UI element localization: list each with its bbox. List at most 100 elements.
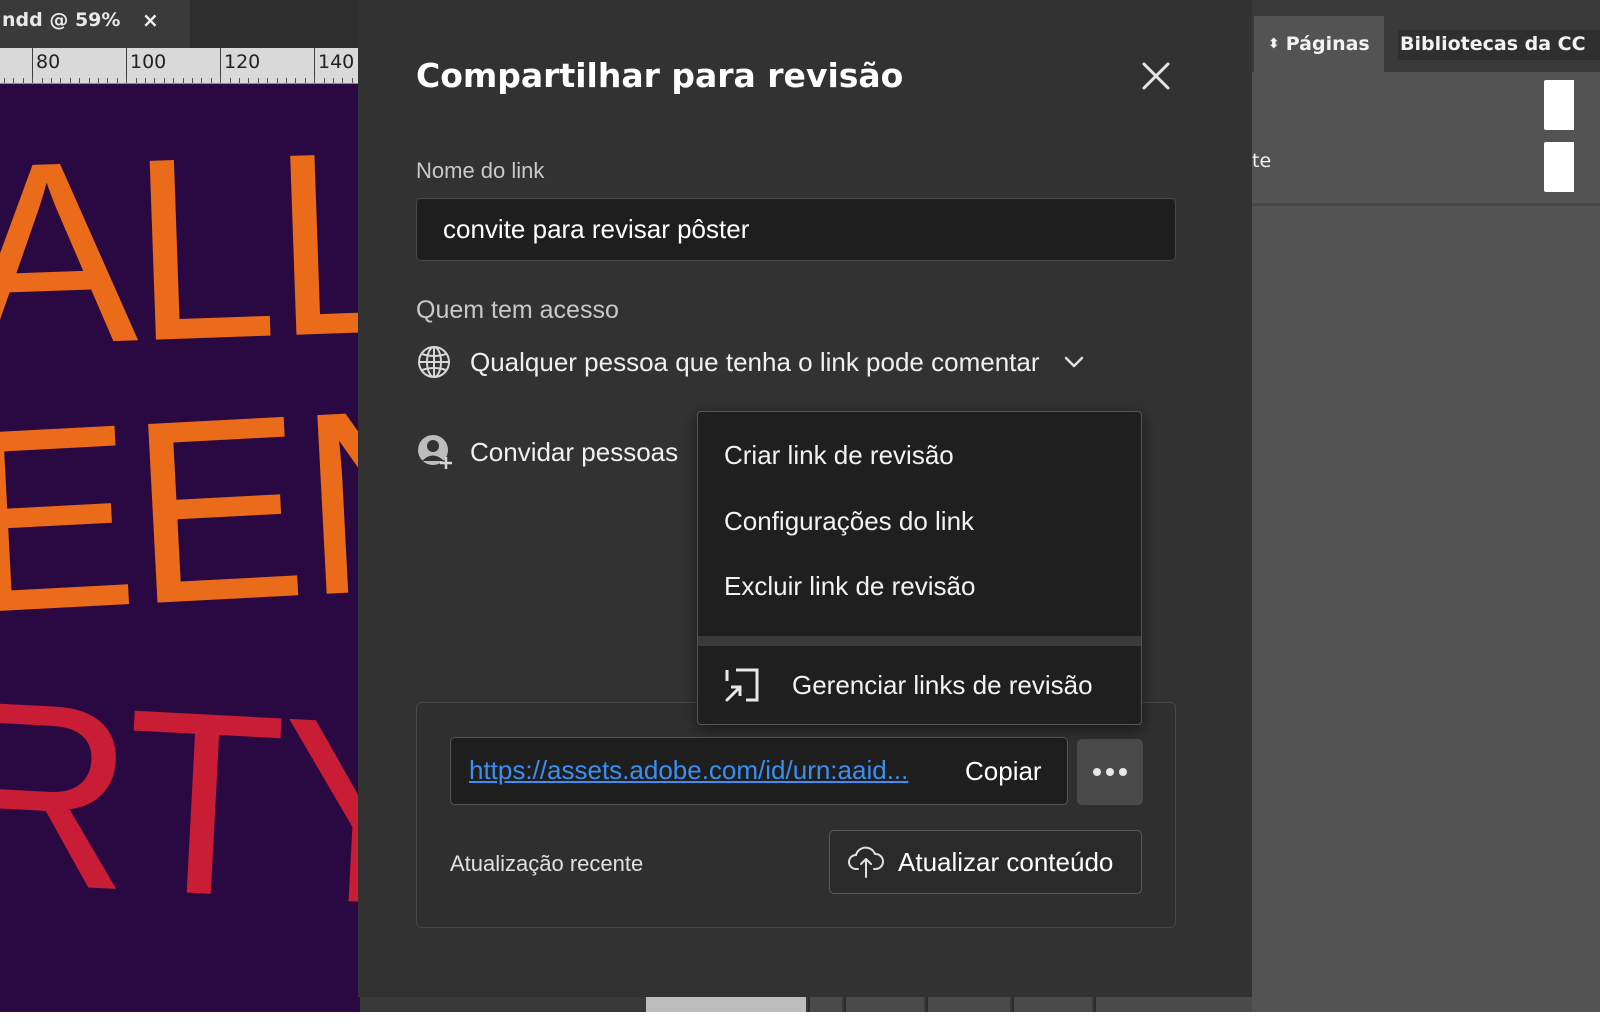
tab-strip bbox=[190, 0, 360, 48]
more-options-icon bbox=[1093, 768, 1127, 776]
ruler-minor-tick bbox=[352, 78, 353, 83]
copy-button[interactable]: Copiar bbox=[965, 754, 1042, 788]
scrollbar-segment bbox=[926, 996, 1010, 1012]
tab-cc-libraries-label: Bibliotecas da CC bbox=[1400, 33, 1586, 55]
ruler-minor-tick bbox=[42, 78, 43, 83]
menu-item-manage-review-links[interactable]: Gerenciar links de revisão bbox=[698, 646, 1141, 724]
ruler-minor-tick bbox=[107, 78, 108, 83]
close-button[interactable] bbox=[1138, 58, 1174, 94]
panel-content: te bbox=[1252, 72, 1600, 206]
ruler-minor-tick bbox=[183, 78, 184, 83]
review-link-url[interactable]: https://assets.adobe.com/id/urn:aaid... bbox=[469, 755, 908, 786]
invite-people-button[interactable]: Convidar pessoas bbox=[416, 430, 678, 474]
panel-tab-bar: ⬍ Páginas Bibliotecas da CC bbox=[1252, 0, 1600, 72]
poster-text-line: RTY bbox=[0, 646, 360, 962]
invite-people-label: Convidar pessoas bbox=[470, 436, 679, 467]
ruler-minor-tick bbox=[192, 78, 193, 83]
tab-pages-label: Páginas bbox=[1285, 33, 1370, 55]
manage-review-links-label: Gerenciar links de revisão bbox=[792, 669, 1093, 700]
ruler-minor-tick bbox=[201, 78, 202, 83]
ruler-minor-tick bbox=[173, 78, 174, 83]
horizontal-ruler: 80 100 120 140 bbox=[0, 48, 360, 84]
ruler-label: 120 bbox=[224, 51, 261, 73]
menu-item-delete-review-link[interactable]: Excluir link de revisão bbox=[724, 571, 975, 602]
scrollbar-segment bbox=[1094, 996, 1252, 1012]
ruler-minor-tick bbox=[136, 78, 137, 83]
ruler-minor-tick bbox=[211, 78, 212, 83]
link-name-input[interactable] bbox=[416, 198, 1176, 261]
ruler-minor-tick bbox=[258, 78, 259, 83]
access-value: Qualquer pessoa que tenha o link pode co… bbox=[470, 346, 1040, 377]
poster-text-line: ALLO bbox=[0, 89, 360, 403]
ruler-minor-tick bbox=[305, 78, 306, 83]
ruler-minor-tick bbox=[51, 78, 52, 83]
menu-item-link-settings[interactable]: Configurações do link bbox=[724, 506, 974, 537]
document-tab-label: ndd @ 59% bbox=[2, 9, 121, 31]
ruler-minor-tick bbox=[164, 78, 165, 83]
ruler-minor-tick bbox=[60, 78, 61, 83]
ruler-minor-tick bbox=[295, 78, 296, 83]
ruler-minor-tick bbox=[239, 78, 240, 83]
ruler-minor-tick bbox=[220, 78, 221, 83]
cloud-upload-icon bbox=[848, 846, 884, 878]
ruler-minor-tick bbox=[79, 78, 80, 83]
scrollbar-segment bbox=[844, 996, 924, 1012]
ruler-label: 80 bbox=[36, 51, 61, 73]
recent-update-label: Atualização recente bbox=[450, 851, 644, 876]
bottom-scrollbar bbox=[360, 996, 1252, 1012]
document-canvas[interactable]: ALLO EEN RTY bbox=[0, 84, 360, 1012]
review-link-panel: https://assets.adobe.com/id/urn:aaid... … bbox=[416, 702, 1176, 928]
globe-icon bbox=[418, 346, 450, 378]
page-thumbnail[interactable] bbox=[1544, 80, 1574, 130]
ruler-minor-tick bbox=[89, 78, 90, 83]
ruler-minor-tick bbox=[286, 78, 287, 83]
review-link-field: https://assets.adobe.com/id/urn:aaid... … bbox=[450, 737, 1068, 805]
tab-pages[interactable]: ⬍ Páginas bbox=[1254, 16, 1384, 72]
scrollbar-thumb[interactable] bbox=[646, 996, 806, 1012]
manage-links-icon bbox=[725, 668, 759, 702]
ruler-minor-tick bbox=[314, 78, 315, 83]
document-tab[interactable]: ndd @ 59% × bbox=[0, 0, 190, 48]
ruler-minor-tick bbox=[117, 78, 118, 83]
close-icon bbox=[1142, 62, 1170, 90]
up-down-arrows-icon: ⬍ bbox=[1268, 36, 1280, 52]
tab-cc-libraries[interactable]: Bibliotecas da CC bbox=[1398, 30, 1600, 60]
access-label: Quem tem acesso bbox=[416, 296, 619, 324]
ruler-minor-tick bbox=[324, 78, 325, 83]
link-name-label: Nome do link bbox=[416, 158, 545, 183]
ruler-label: 100 bbox=[130, 51, 167, 73]
ruler-minor-tick bbox=[13, 78, 14, 83]
ruler-minor-tick bbox=[154, 78, 155, 83]
ruler-minor-tick bbox=[145, 78, 146, 83]
review-link-menu: Criar link de revisão Configurações do l… bbox=[697, 411, 1142, 725]
ruler-minor-tick bbox=[98, 78, 99, 83]
ruler-minor-tick bbox=[230, 78, 231, 83]
menu-item-create-review-link[interactable]: Criar link de revisão bbox=[724, 440, 954, 471]
tab-close-icon[interactable]: × bbox=[142, 0, 159, 40]
page-thumbnail[interactable] bbox=[1544, 142, 1574, 192]
update-content-button[interactable]: Atualizar conteúdo bbox=[829, 830, 1142, 894]
update-content-label: Atualizar conteúdo bbox=[898, 846, 1114, 877]
ruler-label: 140 bbox=[318, 51, 355, 73]
scrollbar-segment bbox=[1012, 996, 1092, 1012]
invite-person-icon bbox=[418, 435, 452, 469]
poster-text-line: EEN bbox=[0, 351, 360, 669]
access-dropdown[interactable]: Qualquer pessoa que tenha o link pode co… bbox=[416, 340, 1086, 384]
ruler-minor-tick bbox=[126, 78, 127, 83]
ruler-minor-tick bbox=[23, 78, 24, 83]
ruler-minor-tick bbox=[342, 78, 343, 83]
dialog-title: Compartilhar para revisão bbox=[416, 56, 904, 95]
ruler-minor-tick bbox=[267, 78, 268, 83]
ruler-minor-tick bbox=[248, 78, 249, 83]
panel-partial-text: te bbox=[1252, 150, 1272, 172]
ruler-minor-tick bbox=[70, 78, 71, 83]
ruler-minor-tick bbox=[32, 78, 33, 83]
more-options-button[interactable] bbox=[1077, 739, 1143, 805]
menu-divider bbox=[698, 636, 1141, 646]
ruler-minor-tick bbox=[277, 78, 278, 83]
ruler-minor-tick bbox=[333, 78, 334, 83]
right-panel: ⬍ Páginas Bibliotecas da CC te bbox=[1252, 0, 1600, 1012]
scrollbar-segment bbox=[808, 996, 842, 1012]
chevron-down-icon bbox=[1064, 356, 1083, 368]
ruler-minor-tick bbox=[4, 78, 5, 83]
